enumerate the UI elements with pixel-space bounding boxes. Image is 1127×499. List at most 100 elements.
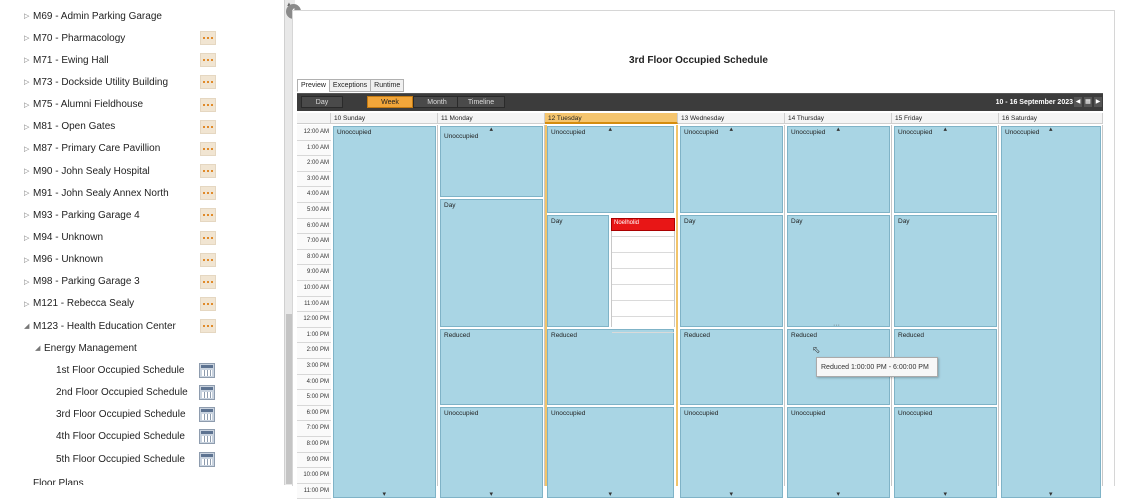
schedule-event[interactable]: Reduced bbox=[547, 328, 674, 405]
schedule-event[interactable]: Day bbox=[547, 214, 609, 327]
schedule-event[interactable]: Unoccupied ▴ bbox=[894, 126, 997, 213]
tree-item[interactable]: ▷ M70 - Pharmacology bbox=[0, 27, 284, 49]
day-header[interactable]: 12 Tuesday bbox=[545, 113, 678, 124]
resize-down-icon[interactable]: ▾ bbox=[730, 490, 734, 498]
collapsed-arrow-icon[interactable]: ▷ bbox=[24, 167, 29, 175]
tree-item[interactable]: ▷ M94 - Unknown bbox=[0, 227, 284, 249]
schedule-event[interactable]: Unoccupied ▴ bbox=[440, 125, 543, 198]
resize-up-icon[interactable]: ▴ bbox=[730, 125, 734, 133]
collapsed-arrow-icon[interactable]: ▷ bbox=[24, 123, 29, 131]
tree-item[interactable]: ▷ M90 - John Sealy Hospital bbox=[0, 160, 284, 182]
collapsed-arrow-icon[interactable]: ▷ bbox=[24, 34, 29, 42]
tree-item[interactable]: ▷ M91 - John Sealy Annex North bbox=[0, 182, 284, 204]
resize-down-icon[interactable]: ▾ bbox=[490, 490, 494, 498]
schedule-item[interactable]: 3rd Floor Occupied Schedule bbox=[0, 404, 284, 426]
tree-item[interactable]: Floor Plans bbox=[0, 472, 284, 485]
schedule-event[interactable]: Unoccupied ▴ bbox=[680, 126, 783, 213]
resize-up-icon[interactable]: ▴ bbox=[837, 125, 841, 133]
schedule-event[interactable]: Day bbox=[440, 199, 543, 327]
day-header[interactable]: 15 Friday bbox=[892, 113, 999, 124]
schedule-event[interactable]: Reduced bbox=[680, 328, 783, 405]
collapsed-arrow-icon[interactable]: ▷ bbox=[24, 101, 29, 109]
day-header[interactable]: 16 Saturday bbox=[999, 113, 1103, 124]
collapsed-arrow-icon[interactable]: ▷ bbox=[24, 145, 29, 153]
resize-down-icon[interactable]: ▾ bbox=[837, 490, 841, 498]
day-header[interactable]: 11 Monday bbox=[438, 113, 545, 124]
schedule-event[interactable]: Unoccupied ▴ bbox=[787, 126, 890, 213]
tree-item-label: Energy Management bbox=[44, 342, 137, 354]
holiday-slot[interactable] bbox=[612, 269, 674, 285]
schedule-event[interactable]: Day bbox=[894, 214, 997, 327]
holiday-slot[interactable] bbox=[612, 237, 674, 253]
collapsed-arrow-icon[interactable]: ▷ bbox=[24, 78, 29, 86]
collapsed-arrow-icon[interactable]: ▷ bbox=[24, 189, 29, 197]
day-header[interactable]: 13 Wednesday bbox=[678, 113, 785, 124]
event-label: Unoccupied bbox=[898, 409, 933, 417]
schedule-item[interactable]: 2nd Floor Occupied Schedule bbox=[0, 382, 284, 404]
resize-up-icon[interactable]: ▴ bbox=[490, 125, 494, 133]
schedule-event[interactable]: Reduced bbox=[440, 328, 543, 405]
resize-down-icon[interactable]: ▾ bbox=[1049, 490, 1053, 498]
tab-runtime[interactable]: Runtime bbox=[370, 79, 405, 92]
schedule-event[interactable]: Unoccupied ▴ bbox=[547, 126, 674, 213]
tab-preview[interactable]: Preview bbox=[297, 79, 330, 92]
time-label: 2:00 PM bbox=[297, 343, 331, 359]
day-header[interactable]: 14 Thursday bbox=[785, 113, 892, 124]
view-day-button[interactable]: Day bbox=[301, 96, 343, 108]
schedule-event[interactable]: Day bbox=[680, 214, 783, 327]
holiday-slot[interactable] bbox=[612, 253, 674, 269]
holiday-slot[interactable] bbox=[612, 317, 674, 333]
resize-up-icon[interactable]: ▴ bbox=[1049, 125, 1053, 133]
tree-item[interactable]: ▷ M87 - Primary Care Pavillion bbox=[0, 138, 284, 160]
view-timeline-button[interactable]: Timeline bbox=[457, 96, 505, 108]
expanded-arrow-icon[interactable]: ◢ bbox=[24, 322, 29, 330]
schedule-item[interactable]: 1st Floor Occupied Schedule bbox=[0, 359, 284, 381]
collapsed-arrow-icon[interactable]: ▷ bbox=[24, 234, 29, 242]
schedule-item[interactable]: 5th Floor Occupied Schedule bbox=[0, 448, 284, 470]
calendar-picker-icon[interactable]: ▦ bbox=[1084, 97, 1092, 107]
time-label: 7:00 PM bbox=[297, 421, 331, 437]
day-header[interactable]: 10 Sunday bbox=[331, 113, 438, 124]
event-label: Unoccupied bbox=[444, 409, 479, 417]
schedule-item[interactable]: 4th Floor Occupied Schedule bbox=[0, 426, 284, 448]
schedule-event[interactable]: Unoccupied ▾ bbox=[333, 126, 436, 499]
view-month-button[interactable]: Month bbox=[413, 96, 461, 108]
tab-exceptions[interactable]: Exceptions bbox=[328, 79, 372, 92]
tree-item[interactable]: ◢ M123 - Health Education Center bbox=[0, 315, 284, 337]
tree-item[interactable]: ▷ M69 - Admin Parking Garage bbox=[0, 5, 284, 27]
resize-up-icon[interactable]: ▴ bbox=[609, 125, 613, 133]
holiday-slot-list[interactable] bbox=[611, 220, 675, 333]
holiday-slot[interactable] bbox=[612, 301, 674, 317]
schedule-event[interactable]: Unoccupied ▴ ▾ bbox=[1001, 125, 1101, 499]
tree-item[interactable]: ▷ M81 - Open Gates bbox=[0, 116, 284, 138]
collapsed-arrow-icon[interactable]: ▷ bbox=[24, 278, 29, 286]
tree-item[interactable]: ▷ M98 - Parking Garage 3 bbox=[0, 271, 284, 293]
tree-item[interactable]: ▷ M121 - Rebecca Sealy bbox=[0, 293, 284, 315]
date-range-label: 10 - 16 September 2023 bbox=[995, 99, 1073, 106]
tree-item[interactable]: ▷ M71 - Ewing Hall bbox=[0, 49, 284, 71]
prev-week-icon[interactable]: ◀ bbox=[1074, 97, 1082, 107]
resize-down-icon[interactable]: ▾ bbox=[944, 490, 948, 498]
tree-item[interactable]: ▷ M93 - Parking Garage 4 bbox=[0, 204, 284, 226]
collapsed-arrow-icon[interactable]: ▷ bbox=[24, 12, 29, 20]
next-week-icon[interactable]: ▶ bbox=[1094, 97, 1102, 107]
collapsed-arrow-icon[interactable]: ▷ bbox=[24, 211, 29, 219]
holiday-event[interactable]: Noelholid bbox=[611, 218, 675, 232]
week-calendar: 10 Sunday 11 Monday 12 Tuesday 13 Wednesday… bbox=[297, 111, 1103, 499]
view-week-button[interactable]: Week bbox=[367, 96, 413, 108]
resize-down-icon[interactable]: ▾ bbox=[383, 490, 387, 498]
holiday-slot[interactable] bbox=[612, 285, 674, 301]
collapsed-arrow-icon[interactable]: ▷ bbox=[24, 256, 29, 264]
expanded-arrow-icon[interactable]: ◢ bbox=[35, 344, 40, 352]
resize-handle-icon[interactable]: ··· bbox=[833, 322, 840, 329]
resize-down-icon[interactable]: ▾ bbox=[609, 490, 613, 498]
tree-item[interactable]: ▷ M75 - Alumni Fieldhouse bbox=[0, 94, 284, 116]
collapsed-arrow-icon[interactable]: ▷ bbox=[24, 300, 29, 308]
tree-item[interactable]: ▷ M96 - Unknown bbox=[0, 249, 284, 271]
collapsed-arrow-icon[interactable]: ▷ bbox=[24, 56, 29, 64]
tree-item-energy-management[interactable]: ◢ Energy Management bbox=[0, 337, 284, 359]
event-label: Unoccupied bbox=[684, 129, 719, 136]
schedule-event[interactable]: Day bbox=[787, 214, 890, 327]
resize-up-icon[interactable]: ▴ bbox=[944, 125, 948, 133]
tree-item[interactable]: ▷ M73 - Dockside Utility Building bbox=[0, 71, 284, 93]
